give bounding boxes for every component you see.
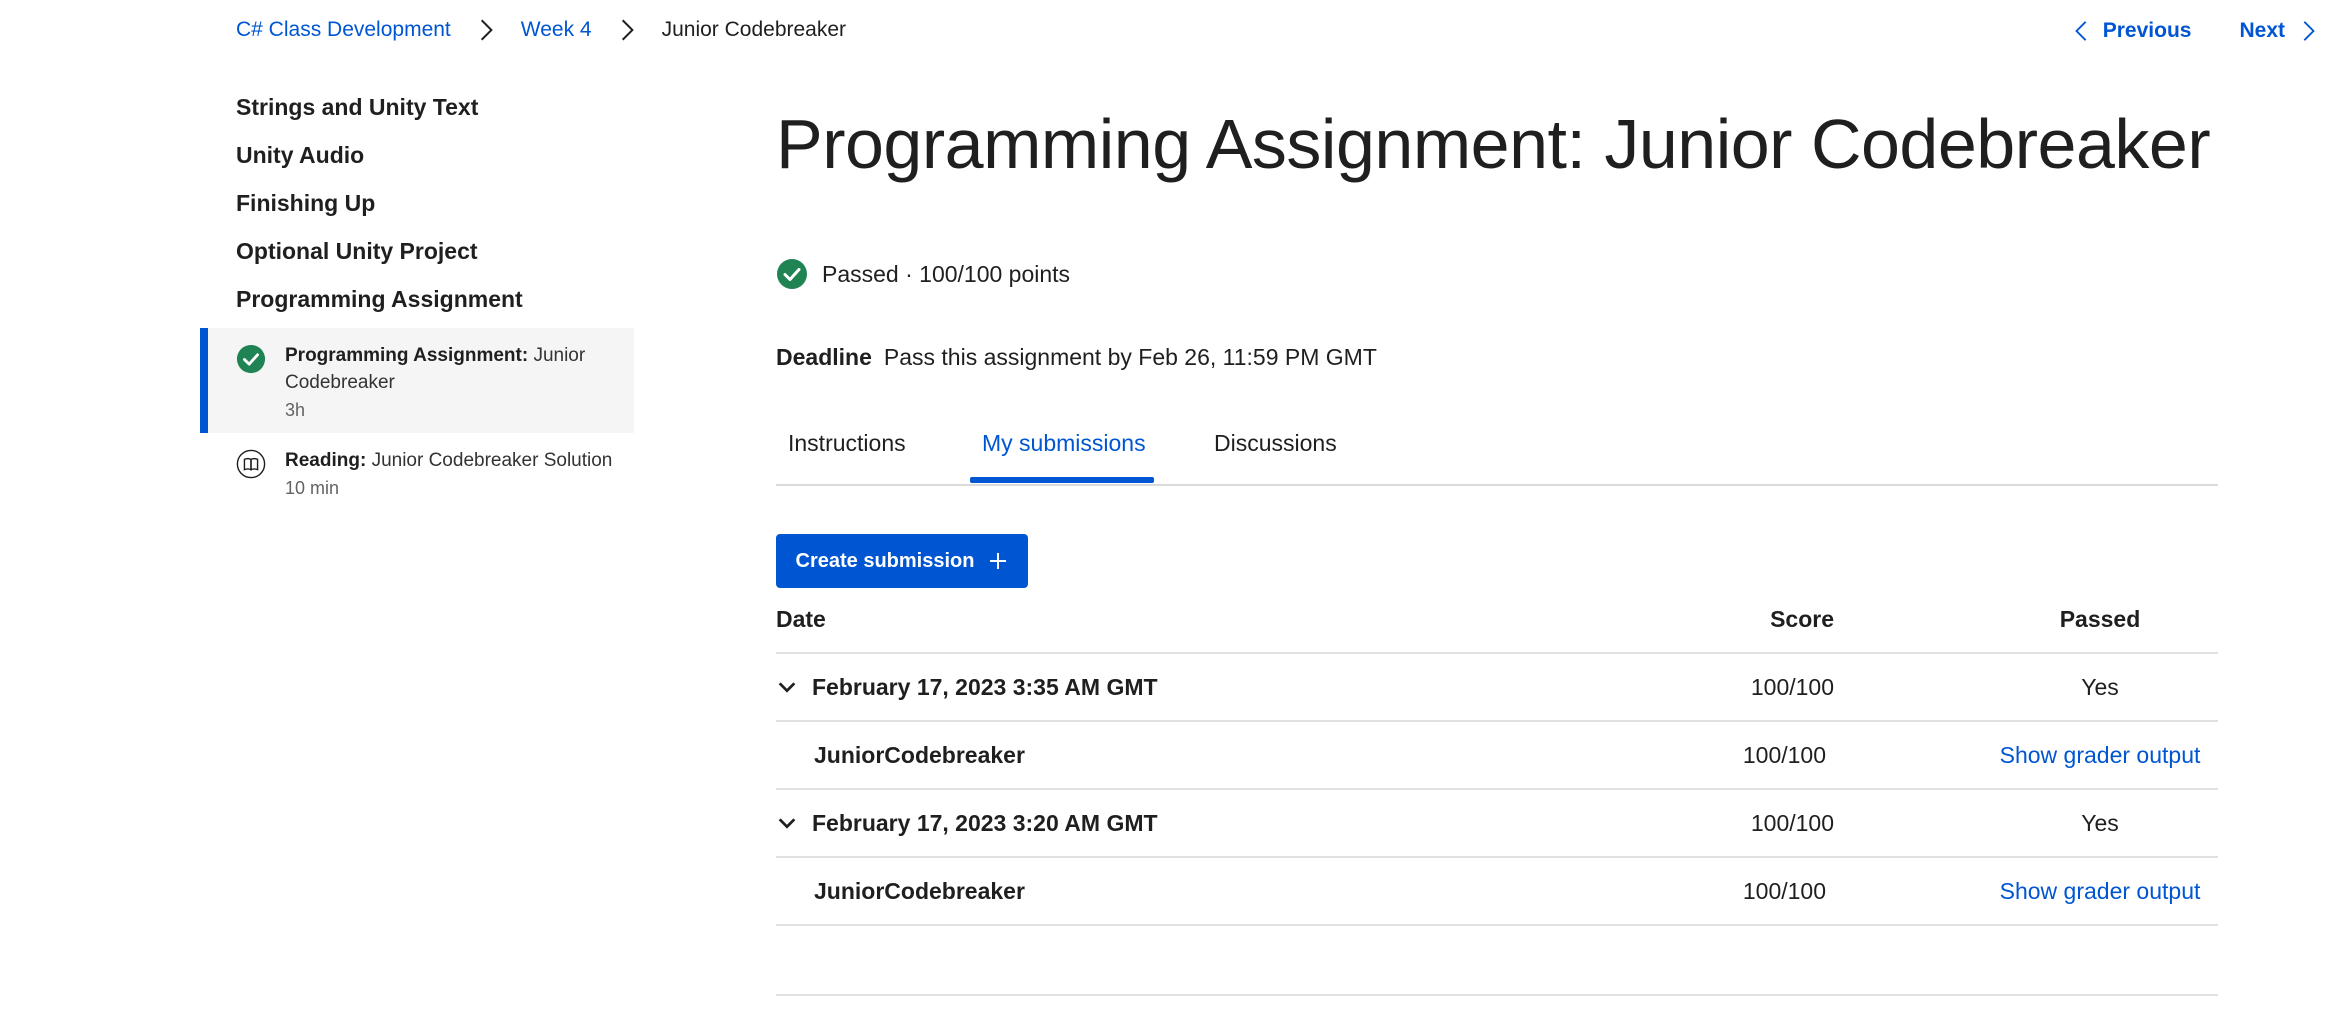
chevron-right-icon — [2303, 21, 2315, 41]
sidebar-section-audio[interactable]: Unity Audio — [200, 136, 634, 184]
file-name: JuniorCodebreaker — [814, 741, 1025, 768]
divider — [776, 994, 2218, 996]
submission-passed: Yes — [2081, 809, 2119, 836]
sidebar-section-programming[interactable]: Programming Assignment — [200, 280, 634, 328]
submission-date: February 17, 2023 3:35 AM GMT — [776, 654, 1158, 720]
submission-passed: Yes — [2081, 673, 2119, 700]
submission-date-text: February 17, 2023 3:35 AM GMT — [812, 673, 1158, 700]
grade-status: Passed · 100/100 points — [776, 258, 1070, 290]
sidebar-item-reading[interactable]: Reading: Junior Codebreaker Solution 10 … — [200, 433, 634, 511]
table-row: February 17, 2023 3:35 AM GMT 100/100 Ye… — [776, 654, 2218, 722]
next-label: Next — [2239, 19, 2285, 42]
breadcrumb-course-link[interactable]: C# Class Development — [236, 18, 451, 42]
tab-bar: Instructions My submissions Discussions — [776, 412, 2218, 486]
table-header: Date Score Passed — [776, 596, 2218, 654]
sidebar-section-optional[interactable]: Optional Unity Project — [200, 232, 634, 280]
show-grader-output-link[interactable]: Show grader output — [1955, 858, 2245, 924]
chevron-down-icon[interactable] — [776, 676, 798, 698]
create-submission-label: Create submission — [795, 549, 975, 572]
header-passed: Passed — [2059, 606, 2141, 632]
deadline-text: Pass this assignment by Feb 26, 11:59 PM… — [883, 344, 1377, 370]
item-duration: 10 min — [285, 478, 340, 498]
sidebar-section-strings[interactable]: Strings and Unity Text — [200, 88, 634, 136]
header-date: Date — [776, 606, 826, 632]
chevron-right-icon — [621, 19, 634, 41]
plus-icon — [990, 553, 1007, 569]
chevron-down-icon[interactable] — [776, 812, 798, 834]
submission-score: 100/100 — [1750, 809, 1834, 836]
sidebar-section-finishing[interactable]: Finishing Up — [200, 184, 634, 232]
file-score: 100/100 — [1742, 741, 1826, 768]
check-circle-icon — [777, 259, 807, 289]
submission-date-text: February 17, 2023 3:20 AM GMT — [812, 809, 1158, 836]
file-score: 100/100 — [1742, 877, 1826, 904]
submission-score: 100/100 — [1750, 673, 1834, 700]
item-type: Reading: — [285, 450, 367, 471]
item-navigation: Previous Next — [2071, 14, 2319, 48]
course-sidebar: Strings and Unity Text Unity Audio Finis… — [200, 88, 634, 511]
previous-label: Previous — [2102, 19, 2192, 42]
chevron-left-icon — [2074, 21, 2087, 41]
active-tab-indicator — [970, 477, 1154, 483]
breadcrumb-week-link[interactable]: Week 4 — [521, 18, 592, 42]
submission-date: February 17, 2023 3:20 AM GMT — [776, 790, 1158, 856]
deadline: Deadline Pass this assignment by Feb 26, … — [776, 344, 1377, 371]
table-row: JuniorCodebreaker 100/100 Show grader ou… — [776, 858, 2218, 926]
table-row: JuniorCodebreaker 100/100 Show grader ou… — [776, 722, 2218, 790]
check-circle-icon — [236, 344, 266, 374]
previous-button[interactable]: Previous — [2071, 19, 2192, 43]
breadcrumb: C# Class Development Week 4 Junior Codeb… — [236, 14, 846, 46]
submissions-table: Date Score Passed February 17, 2023 3:35… — [776, 596, 2218, 926]
item-duration: 3h — [285, 400, 306, 420]
sidebar-item-programming-assignment[interactable]: Programming Assignment: Junior Codebreak… — [200, 328, 634, 433]
next-button[interactable]: Next — [2239, 19, 2319, 43]
sidebar-item-title: Programming Assignment: Junior Codebreak… — [285, 342, 614, 396]
book-icon — [236, 449, 266, 479]
tab-discussions[interactable]: Discussions — [1214, 430, 1337, 457]
page-title: Programming Assignment: Junior Codebreak… — [776, 105, 2211, 183]
sidebar-item-title: Reading: Junior Codebreaker Solution — [285, 447, 614, 474]
item-name: Junior Codebreaker Solution — [371, 450, 613, 471]
file-name: JuniorCodebreaker — [814, 877, 1025, 904]
show-grader-output-link[interactable]: Show grader output — [1955, 722, 2245, 788]
tab-instructions[interactable]: Instructions — [788, 430, 906, 457]
breadcrumb-current: Junior Codebreaker — [661, 18, 847, 41]
table-row: February 17, 2023 3:20 AM GMT 100/100 Ye… — [776, 790, 2218, 858]
create-submission-button[interactable]: Create submission — [776, 534, 1028, 588]
status-text: Passed · 100/100 points — [822, 260, 1071, 287]
tab-my-submissions[interactable]: My submissions — [982, 430, 1146, 457]
deadline-label: Deadline — [776, 344, 872, 370]
chevron-right-icon — [480, 19, 493, 41]
item-type: Programming Assignment: — [285, 345, 529, 366]
header-score: Score — [1770, 606, 1834, 632]
